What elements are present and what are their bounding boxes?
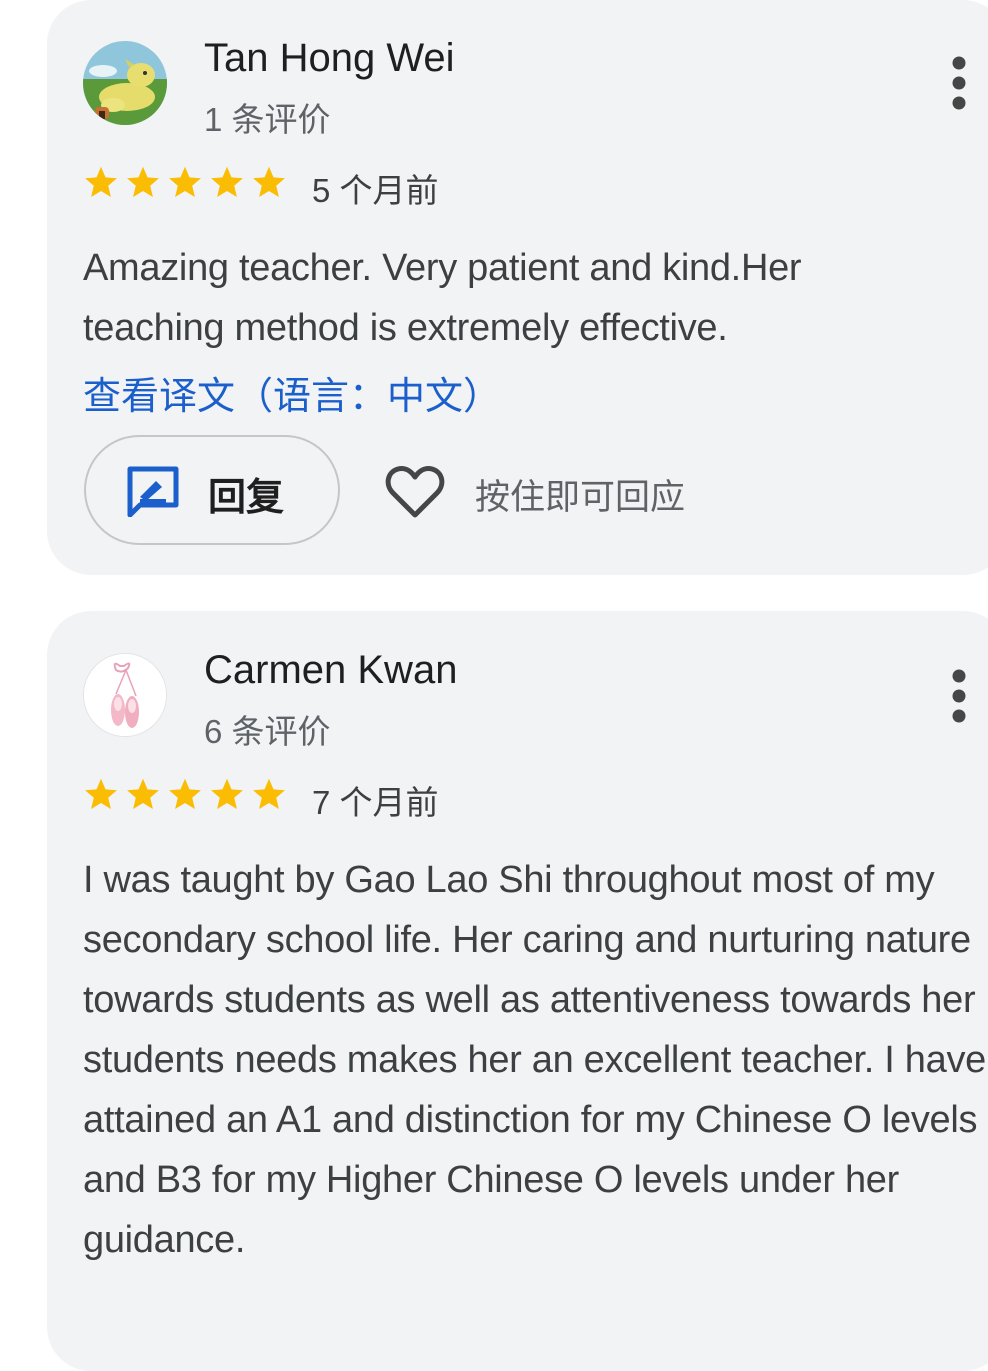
more-options-icon[interactable]	[951, 669, 967, 725]
avatar[interactable]	[83, 41, 167, 125]
react-hint: 按住即可回应	[475, 478, 686, 517]
review-text: I was taught by Gao Lao Shi throughout m…	[83, 859, 987, 1261]
star-icon	[253, 166, 285, 197]
star-rating	[83, 776, 287, 816]
star-icon	[169, 778, 201, 809]
review-text: Amazing teacher. Very patient and kind.H…	[83, 247, 802, 349]
star-icon	[127, 778, 159, 809]
reviewer-name[interactable]: Tan Hong Wei	[204, 36, 455, 81]
reply-compose-icon	[127, 466, 179, 517]
more-options-icon[interactable]	[951, 56, 967, 112]
review-card: Tan Hong Wei 1 条评价 5 个月前 Amazing teacher…	[47, 0, 988, 575]
star-icon	[127, 166, 159, 197]
review-card: Carmen Kwan 6 条评价 7 个月前 I was taught by …	[47, 611, 988, 1371]
heart-icon[interactable]	[384, 463, 446, 521]
star-icon	[253, 778, 285, 809]
star-rating	[83, 164, 287, 204]
reply-button[interactable]: 回复	[84, 435, 340, 545]
translate-link[interactable]: 查看译文（语言：中文）	[83, 365, 501, 420]
reply-label: 回复	[208, 477, 285, 519]
dog-cartoon-avatar-icon	[83, 41, 167, 125]
star-icon	[85, 166, 117, 197]
review-count: 6 条评价	[204, 713, 331, 750]
star-icon	[169, 166, 201, 197]
star-icon	[211, 778, 243, 809]
review-count: 1 条评价	[204, 101, 331, 138]
star-icon	[85, 778, 117, 809]
star-icon	[211, 166, 243, 197]
review-time: 7 个月前	[312, 784, 439, 821]
reviewer-name[interactable]: Carmen Kwan	[204, 648, 457, 693]
ballet-shoes-avatar-icon	[84, 654, 166, 736]
avatar[interactable]	[83, 653, 167, 737]
review-time: 5 个月前	[312, 172, 439, 209]
